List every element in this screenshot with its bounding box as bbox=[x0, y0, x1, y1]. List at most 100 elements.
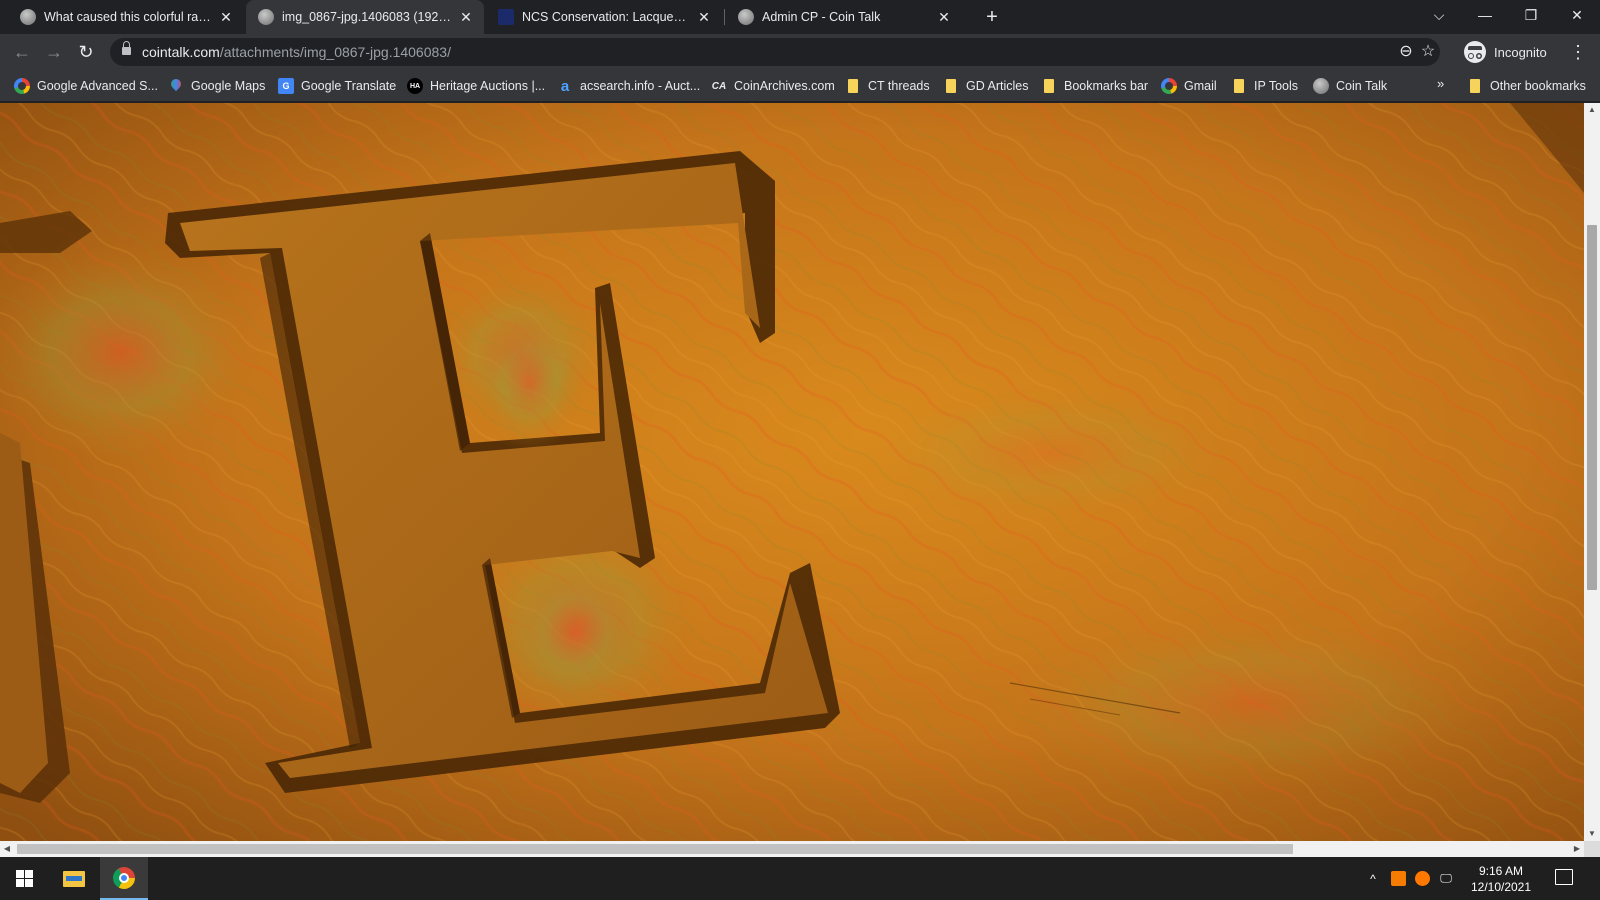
tray-app-icon[interactable] bbox=[1388, 857, 1408, 900]
bookmark-label: Google Advanced S... bbox=[37, 79, 158, 93]
scroll-down-arrow-icon[interactable]: ▼ bbox=[1584, 827, 1600, 841]
translate-icon: G bbox=[278, 78, 294, 94]
url-path: /attachments/img_0867-jpg.1406083/ bbox=[219, 44, 451, 60]
bookmark-folder-ct-threads[interactable]: CT threads bbox=[848, 76, 930, 96]
acsearch-icon: a bbox=[560, 77, 570, 95]
network-icon[interactable]: 🖵 bbox=[1436, 857, 1456, 900]
horizontal-scroll-thumb[interactable] bbox=[17, 844, 1293, 854]
cointalk-favicon-icon bbox=[258, 9, 274, 25]
avast-icon[interactable] bbox=[1412, 857, 1432, 900]
bookmark-heritage-auctions[interactable]: HA Heritage Auctions |... bbox=[407, 76, 545, 96]
bookmark-label: Coin Talk bbox=[1336, 79, 1388, 93]
bookmark-coin-talk[interactable]: Coin Talk bbox=[1313, 76, 1387, 96]
start-button[interactable] bbox=[0, 857, 48, 900]
incognito-profile-button[interactable]: Incognito bbox=[1464, 38, 1547, 66]
back-button[interactable]: ← bbox=[8, 38, 36, 66]
url-host: cointalk.com bbox=[142, 44, 220, 60]
windows-taskbar: ^ 🖵 9:16 AM 12/10/2021 bbox=[0, 857, 1600, 900]
bookmark-label: Other bookmarks bbox=[1490, 79, 1586, 93]
coin-macro-photo[interactable] bbox=[0, 103, 1584, 841]
close-tab-icon[interactable]: ✕ bbox=[936, 9, 952, 26]
folder-icon bbox=[1044, 79, 1054, 93]
bookmark-coinarchives[interactable]: CA CoinArchives.com bbox=[711, 76, 835, 96]
bookmarks-bar: Google Advanced S... Google Maps G Google… bbox=[0, 70, 1600, 102]
minimize-button[interactable]: — bbox=[1462, 0, 1508, 34]
tab-separator bbox=[724, 9, 725, 25]
chrome-menu-button[interactable]: ⋮ bbox=[1568, 38, 1588, 66]
tab-image-active[interactable]: img_0867-jpg.1406083 (1920×14 ✕ bbox=[246, 0, 484, 34]
chrome-taskbar-button[interactable] bbox=[100, 857, 148, 900]
tab-colorful-rainbow[interactable]: What caused this colorful rainbow ✕ bbox=[8, 0, 244, 34]
close-window-button[interactable]: ✕ bbox=[1554, 0, 1600, 34]
bookmark-label: CoinArchives.com bbox=[734, 79, 835, 93]
address-bar[interactable]: cointalk.com/attachments/img_0867-jpg.14… bbox=[110, 38, 1440, 66]
bookmark-folder-gd-articles[interactable]: GD Articles bbox=[946, 76, 1029, 96]
forward-button[interactable]: → bbox=[40, 38, 68, 66]
vertical-scrollbar[interactable]: ▲ ▼ bbox=[1584, 103, 1600, 841]
reload-button[interactable]: ↻ bbox=[72, 38, 100, 66]
google-icon bbox=[14, 78, 30, 94]
tab-title: NCS Conservation: Lacquer | NGC bbox=[522, 10, 690, 24]
tab-admin-cp[interactable]: Admin CP - Coin Talk ✕ bbox=[726, 0, 962, 34]
folder-icon bbox=[1234, 79, 1244, 93]
folder-icon bbox=[1470, 79, 1480, 93]
bookmark-google-maps[interactable]: Google Maps bbox=[168, 76, 265, 96]
bookmark-label: GD Articles bbox=[966, 79, 1029, 93]
incognito-icon bbox=[1464, 41, 1486, 63]
tab-ngc-lacquer[interactable]: NCS Conservation: Lacquer | NGC ✕ bbox=[486, 0, 722, 34]
url-text[interactable]: cointalk.com/attachments/img_0867-jpg.14… bbox=[142, 44, 451, 60]
bookmark-label: CT threads bbox=[868, 79, 930, 93]
tab-title: What caused this colorful rainbow bbox=[44, 10, 212, 24]
browser-toolbar: ← → ↻ cointalk.com/attachments/img_0867-… bbox=[0, 34, 1600, 70]
maps-icon bbox=[168, 78, 184, 94]
incognito-label: Incognito bbox=[1494, 44, 1547, 60]
bookmark-label: acsearch.info - Auct... bbox=[580, 79, 701, 93]
bookmark-folder-ip-tools[interactable]: IP Tools bbox=[1234, 76, 1298, 96]
tray-chevron-icon[interactable]: ^ bbox=[1364, 857, 1382, 900]
bookmark-label: IP Tools bbox=[1254, 79, 1299, 93]
bookmark-label: Heritage Auctions |... bbox=[430, 79, 546, 93]
restore-button[interactable]: ❐ bbox=[1508, 0, 1554, 34]
system-clock[interactable]: 9:16 AM 12/10/2021 bbox=[1462, 863, 1540, 895]
tab-search-button[interactable]: ⌵ bbox=[1416, 0, 1462, 34]
file-explorer-icon bbox=[63, 870, 85, 887]
close-tab-icon[interactable]: ✕ bbox=[218, 9, 234, 26]
folder-icon bbox=[848, 79, 858, 93]
bookmark-label: Gmail bbox=[1184, 79, 1217, 93]
clock-time: 9:16 AM bbox=[1478, 864, 1524, 878]
action-center-icon[interactable] bbox=[1555, 869, 1573, 885]
close-tab-icon[interactable]: ✕ bbox=[458, 9, 474, 26]
folder-icon bbox=[946, 79, 956, 93]
scroll-left-arrow-icon[interactable]: ◀ bbox=[0, 841, 14, 857]
bookmark-acsearch[interactable]: a acsearch.info - Auct... bbox=[557, 76, 700, 96]
cointalk-favicon-icon bbox=[738, 9, 754, 25]
bookmark-google-translate[interactable]: G Google Translate bbox=[278, 76, 396, 96]
new-tab-button[interactable]: + bbox=[978, 4, 1006, 30]
bookmark-star-icon[interactable]: ☆ bbox=[1418, 42, 1438, 62]
horizontal-scrollbar[interactable]: ◀ ▶ bbox=[0, 841, 1584, 857]
bookmark-label: Bookmarks bar bbox=[1064, 79, 1149, 93]
zoom-icon[interactable]: ⊖ bbox=[1396, 42, 1416, 62]
lock-icon[interactable] bbox=[122, 41, 131, 57]
tab-strip: What caused this colorful rainbow ✕ img_… bbox=[0, 0, 1600, 34]
bookmarks-overflow-button[interactable]: » bbox=[1437, 76, 1444, 91]
coin-icon bbox=[1313, 78, 1329, 94]
windows-logo-icon bbox=[15, 870, 33, 887]
file-explorer-button[interactable] bbox=[50, 857, 98, 900]
close-tab-icon[interactable]: ✕ bbox=[696, 9, 712, 26]
scroll-right-arrow-icon[interactable]: ▶ bbox=[1570, 841, 1584, 857]
ngc-favicon-icon bbox=[498, 9, 514, 25]
scrollbar-corner bbox=[1584, 841, 1600, 857]
vertical-scroll-thumb[interactable] bbox=[1587, 225, 1597, 590]
bookmark-label: Google Maps bbox=[191, 79, 266, 93]
bookmark-label: Google Translate bbox=[301, 79, 397, 93]
chrome-icon bbox=[113, 866, 135, 889]
other-bookmarks-folder[interactable]: Other bookmarks bbox=[1470, 76, 1586, 96]
google-icon bbox=[1161, 78, 1177, 94]
bookmark-google-advanced[interactable]: Google Advanced S... bbox=[14, 76, 158, 96]
clock-date: 12/10/2021 bbox=[1470, 880, 1532, 894]
image-viewport[interactable] bbox=[0, 103, 1584, 841]
scroll-up-arrow-icon[interactable]: ▲ bbox=[1584, 103, 1600, 117]
bookmark-gmail[interactable]: Gmail bbox=[1161, 76, 1217, 96]
bookmark-folder-bookmarks-bar[interactable]: Bookmarks bar bbox=[1044, 76, 1148, 96]
